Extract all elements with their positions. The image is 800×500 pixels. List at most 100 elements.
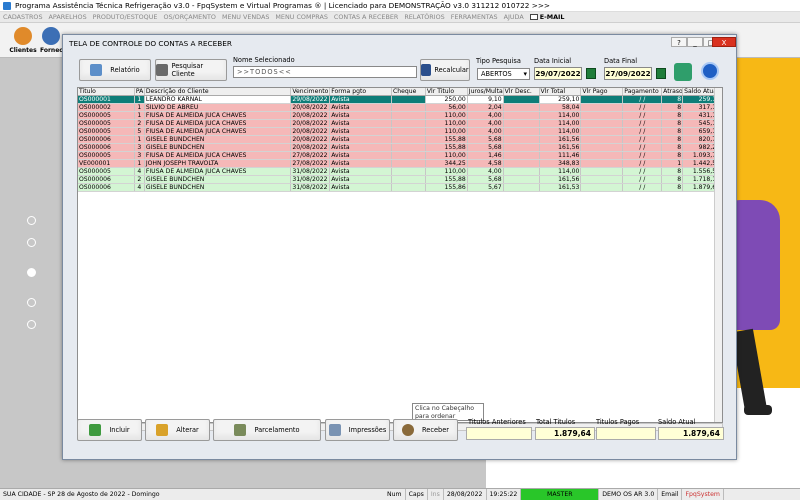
column-header[interactable]: Forma pgto [330,88,392,95]
relatorio-button[interactable]: Relatório [79,59,151,81]
clientes-button[interactable]: Clientes [8,25,38,57]
fornecedores-button[interactable]: Fornec [40,25,62,57]
titulos-pagos-value [596,427,656,440]
table-row[interactable]: OS000005 3 FIUSA DE ALMEIDA JUCA CHAVES 27/… [78,152,722,160]
help-button[interactable]: ? [671,37,687,47]
nome-selecionado-field[interactable]: >>TODOS<< [233,66,417,78]
menu-contas-receber[interactable]: CONTAS A RECEBER [334,13,398,21]
table-cell: OS000005 [78,168,135,175]
table-row[interactable]: OS000005 2 FIUSA DE ALMEIDA JUCA CHAVES 20/… [78,120,722,128]
table-cell [392,120,426,127]
menu-os-orcamento[interactable]: OS/ORÇAMENTO [163,13,216,21]
menu-email[interactable]: E-MAIL [529,13,565,21]
table-cell [392,152,426,159]
menu-compras[interactable]: MENU COMPRAS [275,13,328,21]
menu-aparelhos[interactable]: APARELHOS [49,13,87,21]
window-title: TELA DE CONTROLE DO CONTAS A RECEBER [69,39,232,48]
table-cell: 31/08/2022 [291,176,331,183]
titulos-pagos-label: Titulos Pagos [596,418,640,426]
arrow-right-icon[interactable] [701,62,719,80]
table-cell: JOHN JOSEPH TRAVOLTA [145,160,292,167]
table-cell: / / [623,104,663,111]
table-cell: 29/08/2022 [291,96,331,103]
table-cell [392,168,426,175]
menu-vendas[interactable]: MENU VENDAS [222,13,269,21]
receber-button[interactable]: Receber [393,419,458,441]
table-cell: 161,53 [540,184,582,191]
parcelamento-button[interactable]: Parcelamento [213,419,321,441]
column-header[interactable]: Vlr Pago [581,88,624,95]
vertical-scrollbar[interactable] [714,88,722,422]
table-row[interactable]: OS000005 1 FIUSA DE ALMEIDA JUCA CHAVES 20/… [78,112,722,120]
close-button[interactable]: X [712,37,736,47]
table-cell: Avista [330,112,392,119]
column-header[interactable]: Vlr Titulo [426,88,468,95]
table-cell: FIUSA DE ALMEIDA JUCA CHAVES [145,128,292,135]
table-cell: GISELE BÜNDCHEN [145,136,292,143]
table-row[interactable]: OS000006 1 GISELE BÜNDCHEN 20/08/2022 Avista… [78,136,722,144]
impressoes-button[interactable]: Impressões [325,419,390,441]
column-header[interactable]: Juros/Multa [468,88,504,95]
table-row[interactable]: OS000001 1 LEANDRO KARNAL 29/08/2022 Avista 2… [78,96,722,104]
table-cell: OS000006 [78,184,135,191]
table-cell: GISELE BÜNDCHEN [145,176,292,183]
column-header[interactable]: Vlr Desc. [504,88,540,95]
table-row[interactable]: OS000006 3 GISELE BÜNDCHEN 20/08/2022 Avista… [78,144,722,152]
data-final-field[interactable]: 27/09/2022 [604,67,652,80]
titulos-anteriores-label: Titulos Anteriores [468,418,526,426]
calendar-icon[interactable] [656,68,666,79]
refresh-icon[interactable] [674,63,692,81]
table-cell: 8 [662,184,684,191]
column-header[interactable]: PA [135,88,145,95]
table-row[interactable]: OS000002 1 SILVIO DE ABREU 20/08/2022 Avista… [78,104,722,112]
column-header[interactable]: Vlr Total [540,88,582,95]
carousel-dot-active[interactable] [27,268,36,277]
table-row[interactable]: OS000006 2 GISELE BÜNDCHEN 31/08/2022 Avista… [78,176,722,184]
column-header[interactable]: Atraso [662,88,684,95]
column-header[interactable]: Titulo [78,88,135,95]
table-cell: Avista [330,136,392,143]
menu-produto-estoque[interactable]: PRODUTO/ESTOQUE [93,13,158,21]
app-icon [3,1,11,10]
table-cell: 9,10 [467,96,504,103]
saldo-atual-value: 1.879,64 [658,427,724,440]
carousel-dot[interactable] [27,320,36,329]
table-cell: 20/08/2022 [291,120,331,127]
contas-table[interactable]: Titulo PA Descrição do Cliente Vencimento Fo… [77,87,723,423]
recalcular-button[interactable]: Recalcular [420,59,470,81]
clientes-label: Clientes [9,47,37,54]
table-cell: 8 [662,176,684,183]
pesquisar-cliente-button[interactable]: Pesquisar Cliente [155,59,227,81]
carousel-dot[interactable] [27,238,36,247]
table-row[interactable]: OS000005 4 FIUSA DE ALMEIDA JUCA CHAVES 31/… [78,168,722,176]
data-inicial-field[interactable]: 29/07/2022 [534,67,582,80]
edit-icon [156,424,169,436]
status-ins: Ins [428,488,444,500]
tipo-pesquisa-select[interactable]: ABERTOS [477,68,530,80]
table-cell [504,136,540,143]
table-row[interactable]: OS000005 5 FIUSA DE ALMEIDA JUCA CHAVES 20/… [78,128,722,136]
carousel-dot[interactable] [27,298,36,307]
alterar-button[interactable]: Alterar [145,419,210,441]
menu-ajuda[interactable]: AJUDA [504,13,524,21]
menu-cadastros[interactable]: CADASTROS [3,13,43,21]
menu-relatorios[interactable]: RELATÓRIOS [404,13,444,21]
table-cell: 1 [135,136,145,143]
minimize-button[interactable]: _ [687,37,703,47]
table-row[interactable]: OS000006 4 GISELE BÜNDCHEN 31/08/2022 Avista… [78,184,722,192]
column-header[interactable]: Descrição do Cliente [145,88,292,95]
column-header[interactable]: Pagamento [623,88,663,95]
column-header[interactable]: Vencimento [291,88,331,95]
table-cell: / / [623,136,663,143]
calendar-icon[interactable] [586,68,596,79]
status-email[interactable]: Email [658,488,683,500]
table-cell: 155,88 [426,136,468,143]
table-cell [504,96,540,103]
incluir-button[interactable]: Incluir [77,419,142,441]
table-cell: 110,00 [426,168,468,175]
menu-ferramentas[interactable]: FERRAMENTAS [451,13,498,21]
money-icon [402,424,414,436]
column-header[interactable]: Cheque [392,88,426,95]
table-row[interactable]: VE000001 1 JOHN JOSEPH TRAVOLTA 27/08/2022 A… [78,160,722,168]
carousel-dot[interactable] [27,216,36,225]
